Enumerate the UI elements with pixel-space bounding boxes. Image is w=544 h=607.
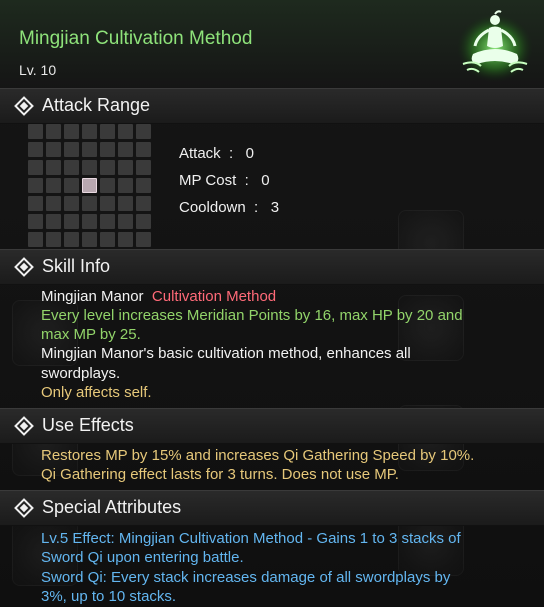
section-title: Attack Range <box>42 95 151 115</box>
range-cell <box>118 232 133 247</box>
range-cell <box>118 160 133 175</box>
skill-effect-text: Every level increases Meridian Points by… <box>41 307 463 324</box>
range-cell <box>64 232 79 247</box>
range-cell <box>118 178 133 193</box>
range-cell <box>28 178 43 193</box>
range-cell <box>82 232 97 247</box>
skill-school: Mingjian Manor <box>41 288 144 305</box>
skill-level: Lv. 10 <box>19 62 57 78</box>
stat-mp-cost: MP Cost : 0 <box>179 172 270 189</box>
range-cell <box>118 214 133 229</box>
range-cell <box>46 142 61 157</box>
skill-tooltip-panel: Mingjian Cultivation Method Lv. 10 Attac… <box>0 0 544 606</box>
section-header-special-attributes: Special Attributes <box>0 490 544 526</box>
range-cell <box>64 124 79 139</box>
range-cell <box>100 232 115 247</box>
stat-attack: Attack : 0 <box>179 145 255 162</box>
tooltip-header: Mingjian Cultivation Method Lv. 10 <box>0 0 544 88</box>
range-cell <box>82 214 97 229</box>
diamond-icon <box>14 257 34 277</box>
special-attribute-text: Sword Qi upon entering battle. <box>41 549 244 566</box>
range-cell <box>46 124 61 139</box>
range-cell <box>100 196 115 211</box>
range-cell <box>46 214 61 229</box>
section-title: Special Attributes <box>42 497 182 517</box>
range-cell <box>64 214 79 229</box>
range-cell <box>118 124 133 139</box>
range-cell <box>64 196 79 211</box>
range-cell <box>28 214 43 229</box>
section-title: Use Effects <box>42 415 134 435</box>
range-cell <box>64 160 79 175</box>
range-cell <box>136 142 151 157</box>
meditating-figure-icon <box>457 10 533 82</box>
diamond-icon <box>14 498 34 518</box>
skill-description: swordplays. <box>41 365 121 382</box>
range-cell <box>46 160 61 175</box>
range-cell <box>100 124 115 139</box>
section-header-attack-range: Attack Range <box>0 88 544 124</box>
skill-effect-text: max MP by 25. <box>41 326 141 343</box>
range-cell <box>82 196 97 211</box>
range-cell <box>136 160 151 175</box>
range-cell <box>46 196 61 211</box>
range-cell <box>100 142 115 157</box>
special-attribute-text: Sword Qi: Every stack increases damage o… <box>41 569 451 586</box>
range-cell <box>82 160 97 175</box>
range-cell <box>28 160 43 175</box>
range-cell <box>82 124 97 139</box>
skill-title: Mingjian Cultivation Method <box>19 28 253 49</box>
skill-school-line: Mingjian Manor Cultivation Method <box>41 287 276 307</box>
range-cell <box>118 142 133 157</box>
range-cell <box>100 178 115 193</box>
section-header-use-effects: Use Effects <box>0 408 544 444</box>
special-attribute-text: 3%, up to 10 stacks. <box>41 588 177 605</box>
range-cell <box>28 196 43 211</box>
range-cell <box>118 196 133 211</box>
section-title: Skill Info <box>42 256 111 276</box>
skill-type: Cultivation Method <box>151 288 277 305</box>
range-cell <box>28 142 43 157</box>
range-cell <box>100 214 115 229</box>
use-effect-text: Qi Gathering effect lasts for 3 turns. D… <box>41 466 399 483</box>
diamond-icon <box>14 416 34 436</box>
range-cell <box>64 142 79 157</box>
skill-description: Mingjian Manor's basic cultivation metho… <box>41 345 411 362</box>
stat-cooldown: Cooldown : 3 <box>179 199 280 216</box>
range-cell <box>64 178 79 193</box>
range-cell <box>46 178 61 193</box>
range-cell <box>82 142 97 157</box>
diamond-icon <box>14 96 34 116</box>
range-cell <box>136 124 151 139</box>
special-attribute-text: Lv.5 Effect: Mingjian Cultivation Method… <box>41 530 461 547</box>
range-cell <box>136 178 151 193</box>
skill-note: Only affects self. <box>41 384 152 401</box>
section-header-skill-info: Skill Info <box>0 249 544 285</box>
range-cell <box>28 124 43 139</box>
range-cell <box>136 214 151 229</box>
range-cell <box>28 232 43 247</box>
range-cell <box>136 232 151 247</box>
attack-range-grid <box>28 124 151 247</box>
range-cell <box>100 160 115 175</box>
range-cell-active <box>82 178 97 193</box>
range-cell <box>46 232 61 247</box>
range-cell <box>136 196 151 211</box>
use-effect-text: Restores MP by 15% and increases Qi Gath… <box>41 447 475 464</box>
